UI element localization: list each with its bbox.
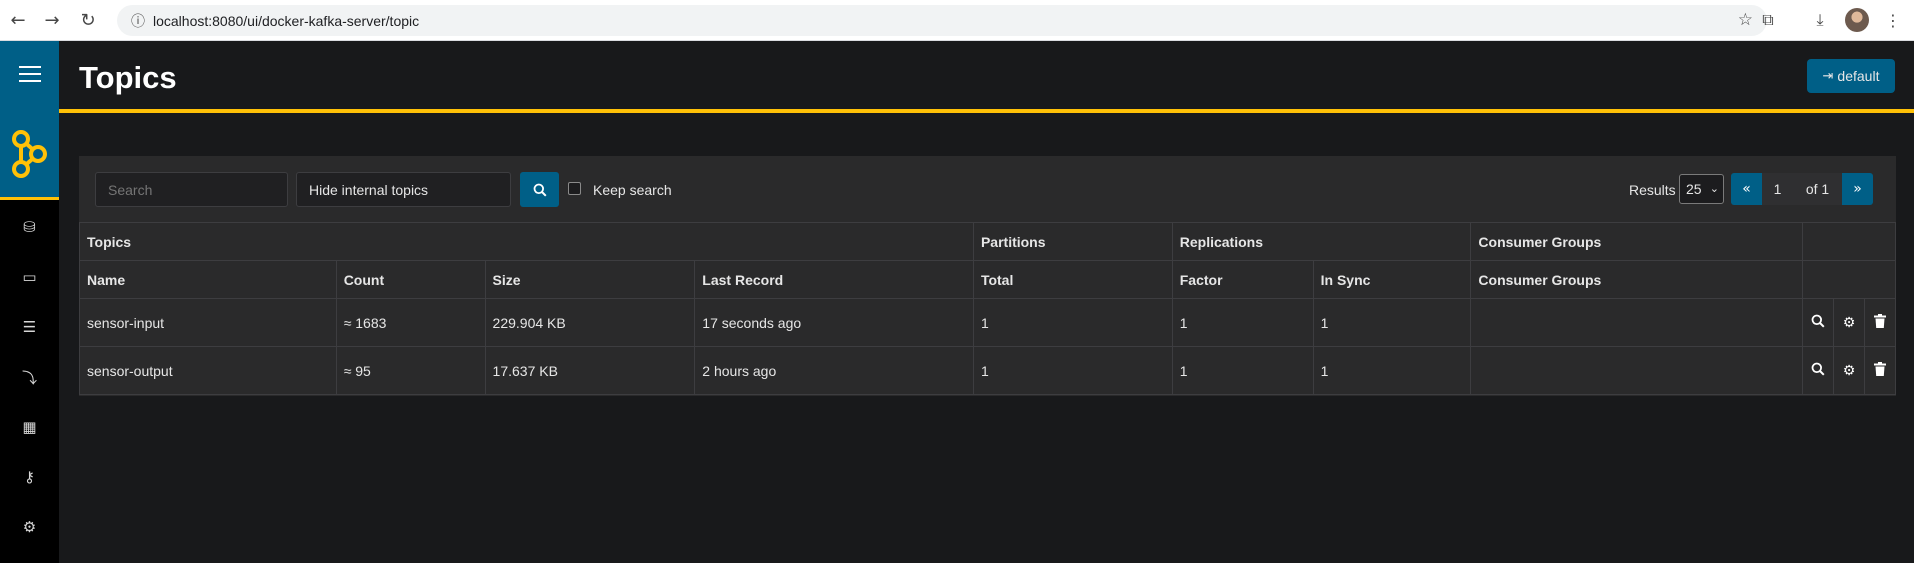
pagination: « 1 of 1 » — [1731, 173, 1873, 205]
column-header-actions — [1802, 260, 1896, 299]
back-icon[interactable]: ← — [4, 6, 32, 34]
cell-size: 229.904 KB — [484, 298, 696, 347]
table-group-header-row: Topics Partitions Replications Consumer … — [79, 222, 1896, 261]
group-header-actions — [1802, 222, 1896, 261]
group-header-topics: Topics — [79, 222, 974, 261]
gear-icon: ⚙ — [1842, 315, 1856, 331]
cell-total: 1 — [972, 346, 1173, 395]
cell-count: ≈ 1683 — [335, 298, 486, 347]
cell-factor: 1 — [1171, 346, 1314, 395]
cell-last-record: 2 hours ago — [694, 346, 974, 395]
cell-last-record: 17 seconds ago — [694, 298, 974, 347]
sidebar: ⛁ ▭ ☰ ⤵ ▦ ⚷ ⚙ — [0, 41, 59, 563]
address-bar[interactable]: ⓘ localhost:8080/ui/docker-kafka-server/… — [117, 5, 1767, 36]
cell-total: 1 — [972, 298, 1173, 347]
table-column-header-row: Name Count Size Last Record Total Factor… — [79, 260, 1896, 299]
column-header-count[interactable]: Count — [335, 260, 486, 299]
forward-icon[interactable]: → — [38, 6, 66, 34]
cell-size: 17.637 KB — [484, 346, 696, 395]
group-header-replications: Replications — [1171, 222, 1472, 261]
page-header: Topics ⇥ default — [59, 41, 1914, 113]
pagination-total: of 1 — [1793, 173, 1842, 205]
sidebar-live-tail-icon[interactable]: ☰ — [0, 307, 59, 347]
view-topic-button[interactable] — [1802, 346, 1834, 395]
cell-name[interactable]: sensor-output — [79, 346, 337, 395]
results-label: Results — [1629, 182, 1676, 198]
sidebar-acls-key-icon[interactable]: ⚷ — [0, 457, 59, 497]
cell-name[interactable]: sensor-input — [79, 298, 337, 347]
search-icon — [533, 183, 547, 197]
search-button[interactable] — [520, 172, 559, 207]
akhq-logo[interactable] — [0, 107, 59, 200]
column-header-in-sync[interactable]: In Sync — [1312, 260, 1472, 299]
cell-consumer-groups — [1470, 298, 1804, 347]
reload-icon[interactable]: ↻ — [74, 6, 102, 34]
sidebar-topics-icon[interactable]: ▭ — [0, 257, 59, 297]
sidebar-consumer-groups-icon[interactable]: ⤵ — [0, 357, 59, 397]
login-icon: ⇥ — [1822, 68, 1834, 84]
delete-topic-button[interactable] — [1863, 298, 1897, 347]
table-row[interactable]: sensor-output ≈ 95 17.637 KB 2 hours ago… — [79, 346, 1897, 395]
keep-search-label: Keep search — [593, 182, 672, 198]
search-icon — [1811, 314, 1825, 328]
sidebar-schema-registry-icon[interactable]: ▦ — [0, 407, 59, 447]
column-header-factor[interactable]: Factor — [1171, 260, 1314, 299]
site-info-icon[interactable]: ⓘ — [123, 11, 153, 31]
download-icon[interactable]: ⤓ — [1807, 7, 1833, 33]
search-input[interactable] — [95, 172, 288, 207]
trash-icon — [1873, 362, 1886, 376]
cell-consumer-groups — [1470, 346, 1804, 395]
column-header-name[interactable]: Name — [79, 260, 337, 299]
sidebar-nodes-icon[interactable]: ⛁ — [0, 207, 59, 247]
cell-count: ≈ 95 — [335, 346, 486, 395]
table-row[interactable]: sensor-input ≈ 1683 229.904 KB 17 second… — [79, 298, 1897, 347]
topic-settings-button[interactable]: ⚙ — [1832, 298, 1865, 347]
cell-in-sync: 1 — [1312, 346, 1472, 395]
pagination-next-button[interactable]: » — [1842, 173, 1873, 205]
logo-icon — [12, 130, 47, 178]
page-size-select[interactable]: 25 ⌄ — [1679, 174, 1724, 204]
cell-factor: 1 — [1171, 298, 1314, 347]
pagination-current-page: 1 — [1762, 173, 1793, 205]
pagination-prev-button[interactable]: « — [1731, 173, 1762, 205]
chevron-down-icon: ⌄ — [1709, 182, 1719, 195]
sidebar-settings-gear-icon[interactable]: ⚙ — [0, 507, 59, 547]
gear-icon: ⚙ — [1842, 363, 1856, 379]
topics-table: Topics Partitions Replications Consumer … — [79, 222, 1897, 395]
keep-search-checkbox[interactable] — [568, 182, 581, 195]
url-text: localhost:8080/ui/docker-kafka-server/to… — [153, 12, 420, 29]
hamburger-menu-icon[interactable] — [0, 41, 59, 107]
group-header-partitions: Partitions — [972, 222, 1173, 261]
profile-avatar[interactable] — [1845, 8, 1869, 32]
topic-filter-select[interactable]: Hide internal topics — [296, 172, 511, 207]
cluster-button-label: default — [1837, 68, 1880, 84]
group-header-consumer-groups: Consumer Groups — [1470, 222, 1804, 261]
page-title: Topics — [79, 60, 177, 95]
view-topic-button[interactable] — [1802, 298, 1834, 347]
page-size-value: 25 — [1686, 181, 1702, 197]
delete-topic-button[interactable] — [1863, 346, 1897, 395]
search-icon — [1811, 362, 1825, 376]
cluster-select-button[interactable]: ⇥ default — [1807, 59, 1895, 93]
trash-icon — [1873, 314, 1886, 328]
column-header-consumer-groups[interactable]: Consumer Groups — [1470, 260, 1804, 299]
column-header-size[interactable]: Size — [484, 260, 696, 299]
column-header-last-record[interactable]: Last Record — [694, 260, 974, 299]
cell-in-sync: 1 — [1312, 298, 1472, 347]
extensions-icon[interactable]: ⧉ — [1755, 7, 1781, 33]
more-menu-icon[interactable]: ⋮ — [1880, 7, 1906, 33]
bookmark-star-icon[interactable]: ☆ — [1738, 10, 1753, 30]
browser-toolbar: ← → ↻ ⓘ localhost:8080/ui/docker-kafka-s… — [0, 0, 1914, 41]
column-header-total[interactable]: Total — [972, 260, 1173, 299]
topic-settings-button[interactable]: ⚙ — [1832, 346, 1865, 395]
topics-card: Hide internal topics Keep search Results… — [79, 156, 1897, 396]
